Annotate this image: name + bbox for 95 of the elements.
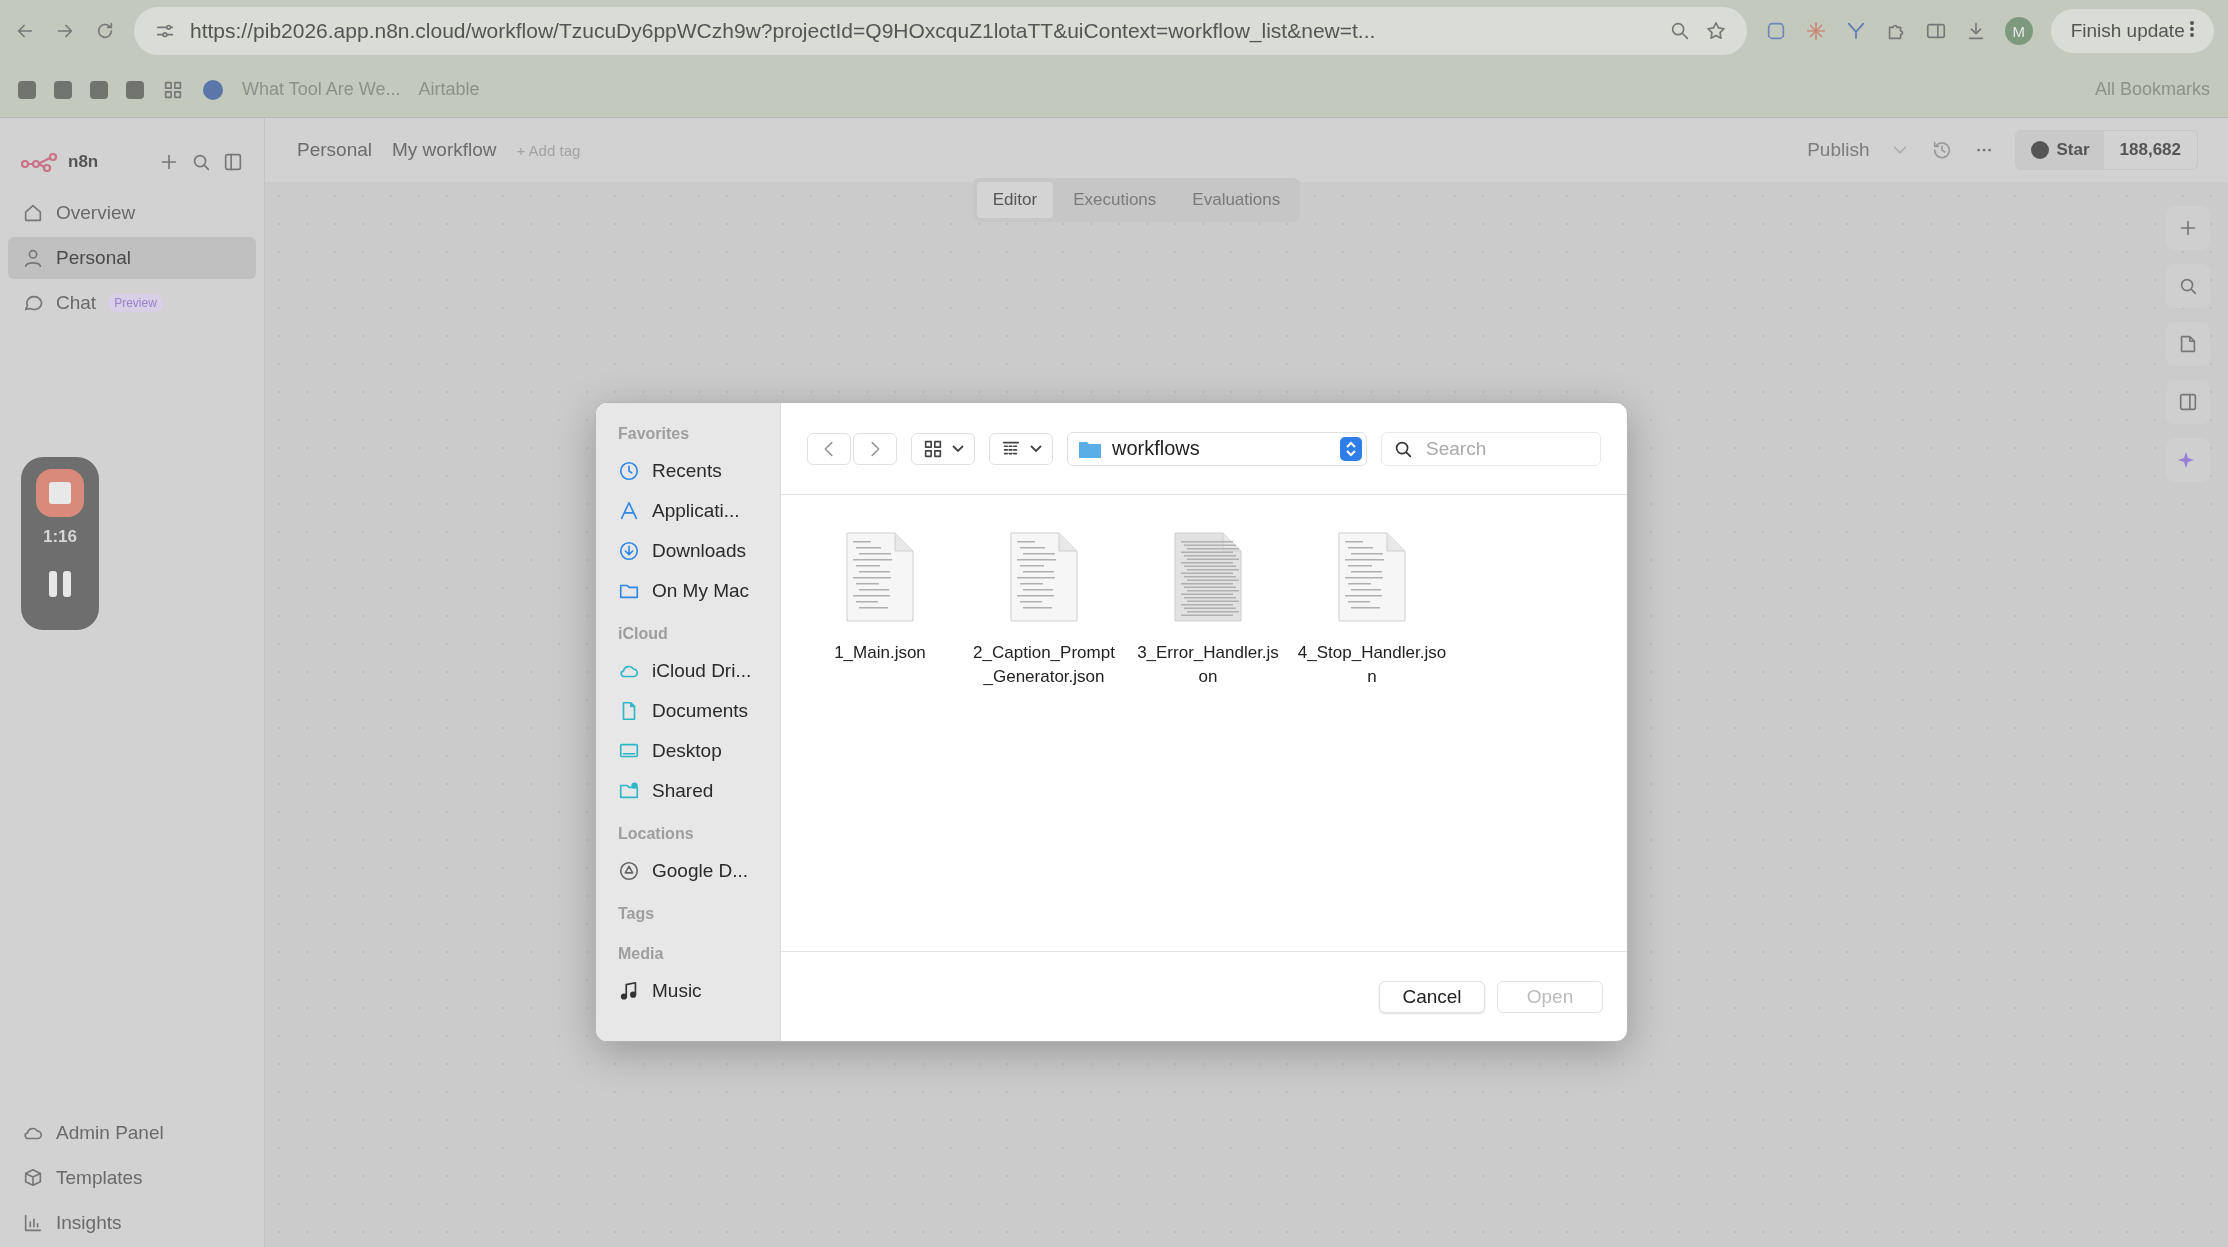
forward-button[interactable] bbox=[853, 432, 897, 465]
location-label: Google D... bbox=[652, 860, 749, 882]
view-tab[interactable]: Evaluations bbox=[1176, 182, 1297, 218]
sidebar-location[interactable]: Recents bbox=[618, 451, 780, 491]
nav-item[interactable]: Personal bbox=[8, 237, 256, 279]
user-icon bbox=[22, 247, 44, 269]
group-button[interactable] bbox=[989, 432, 1053, 465]
file-name: 4_Stop_Handler.json bbox=[1297, 642, 1447, 688]
more-vertical-icon bbox=[2190, 21, 2194, 37]
sidebar-location[interactable]: Music bbox=[618, 971, 780, 1011]
profile-avatar[interactable]: M bbox=[2004, 17, 2033, 45]
location-label: Documents bbox=[652, 700, 749, 722]
publish-button[interactable]: Publish bbox=[1807, 139, 1870, 161]
file-name: 2_Caption_Prompt_Generator.json bbox=[972, 642, 1116, 688]
home-icon bbox=[22, 202, 44, 224]
section-heading: Favorites bbox=[618, 425, 691, 444]
nav-label: Chat bbox=[56, 292, 97, 314]
nav-label: Insights bbox=[56, 1212, 122, 1234]
sidebar-location[interactable]: Applicati... bbox=[618, 491, 780, 531]
project-breadcrumb[interactable]: Personal bbox=[297, 139, 372, 161]
apps-icon bbox=[618, 500, 640, 522]
location-label: Desktop bbox=[652, 740, 722, 762]
nav-label: Overview bbox=[56, 202, 136, 224]
back-button[interactable] bbox=[807, 432, 851, 465]
logo-icon bbox=[20, 152, 58, 172]
workflow-name[interactable]: My workflow bbox=[392, 139, 497, 161]
location-popup[interactable]: workflows bbox=[1067, 431, 1367, 466]
file-name: 1_Main.json bbox=[833, 642, 927, 664]
file-name: 3_Error_Handler.json bbox=[1136, 642, 1280, 688]
nav-item[interactable]: Chat Preview bbox=[8, 282, 256, 324]
bookmark-icon[interactable] bbox=[126, 80, 144, 99]
section-heading: Media bbox=[618, 945, 665, 964]
location-label: Applicati... bbox=[652, 500, 740, 522]
view-tab[interactable]: Editor bbox=[976, 182, 1054, 218]
sidebar-location[interactable]: On My Mac bbox=[618, 571, 780, 611]
add-node-button[interactable] bbox=[2166, 206, 2210, 250]
nav-item[interactable]: Admin Panel bbox=[8, 1112, 256, 1154]
box-icon bbox=[22, 1167, 44, 1189]
section-heading: Locations bbox=[618, 825, 695, 844]
panel-button[interactable] bbox=[2166, 380, 2210, 424]
nav-label: Templates bbox=[56, 1167, 143, 1189]
github-star-button[interactable]: Star bbox=[2016, 131, 2104, 169]
search-button[interactable] bbox=[2166, 264, 2210, 308]
sidebar-location[interactable]: Desktop bbox=[618, 731, 780, 771]
sidebar-location[interactable]: Google D... bbox=[618, 851, 780, 891]
bookmark-icon[interactable] bbox=[54, 80, 72, 99]
star-icon bbox=[1704, 20, 1727, 42]
download-icon bbox=[618, 540, 640, 562]
stop-button[interactable] bbox=[36, 469, 84, 517]
drive-icon bbox=[618, 860, 640, 882]
chevron-down-icon bbox=[1030, 444, 1042, 453]
location-label: Recents bbox=[652, 460, 722, 482]
view-mode-button[interactable] bbox=[911, 432, 975, 465]
nav-item[interactable]: Insights bbox=[8, 1202, 256, 1244]
location-name: workflows bbox=[1112, 437, 1201, 460]
sparkle-icon[interactable] bbox=[1804, 20, 1827, 42]
address-bar[interactable]: https://pib2026.app.n8n.cloud/workflow/TzucuDy6ppWCzh9w?projectId=Q9HOxcquZ1lotaTT&uiContext=workflow_list&new=t... bbox=[134, 7, 1747, 55]
sidebar-location[interactable]: iCloud Dri... bbox=[618, 651, 780, 691]
pause-icon bbox=[49, 571, 71, 597]
nav-label: Personal bbox=[56, 247, 131, 269]
url-text: https://pib2026.app.n8n.cloud/workflow/TzucuDy6ppWCzh9w?projectId=Q9HOxcquZ1lotaTT&uiContext=workflow_list&new=t... bbox=[190, 19, 1377, 43]
chevron-down-icon bbox=[952, 444, 964, 453]
view-tab[interactable]: Executions bbox=[1057, 182, 1173, 218]
section-heading: iCloud bbox=[618, 625, 669, 644]
location-label: Shared bbox=[652, 780, 714, 802]
nav-label: Admin Panel bbox=[56, 1122, 164, 1144]
bookmark-icon[interactable] bbox=[90, 80, 108, 99]
panel-icon bbox=[2177, 391, 2199, 413]
preview-badge: Preview bbox=[108, 294, 163, 312]
stepper-icon bbox=[1340, 436, 1362, 461]
nav-item[interactable]: Templates bbox=[8, 1157, 256, 1199]
star-count: 188,682 bbox=[2118, 139, 2182, 161]
nav-item[interactable]: Overview bbox=[8, 192, 256, 234]
bookmark-icon[interactable] bbox=[18, 80, 36, 99]
search-input[interactable]: Search bbox=[1424, 436, 1574, 461]
github-star-widget[interactable]: Star 188,682 bbox=[2015, 130, 2198, 170]
section-heading: Tags bbox=[618, 905, 656, 924]
stop-icon bbox=[49, 482, 71, 504]
bar-chart-icon bbox=[22, 1212, 44, 1234]
sidebar-location[interactable]: Shared bbox=[618, 771, 780, 811]
sticky-note-button[interactable] bbox=[2166, 322, 2210, 366]
finish-update-button[interactable]: Finish update bbox=[2050, 9, 2214, 53]
location-label: iCloud Dri... bbox=[652, 660, 752, 682]
dialog-button[interactable]: Cancel bbox=[1379, 980, 1485, 1013]
sidebar-location[interactable]: Downloads bbox=[618, 531, 780, 571]
ai-assistant-button[interactable] bbox=[2166, 438, 2210, 482]
search-field[interactable]: Search bbox=[1381, 431, 1601, 466]
recording-time: 1:16 bbox=[43, 527, 77, 547]
sidebar-location[interactable]: Documents bbox=[618, 691, 780, 731]
location-label: Music bbox=[652, 980, 702, 1002]
sidebar-toggle-icon[interactable] bbox=[222, 151, 244, 173]
location-label: Downloads bbox=[652, 540, 746, 562]
location-label: On My Mac bbox=[652, 580, 750, 602]
brand-name: n8n bbox=[68, 152, 100, 172]
clock-icon bbox=[618, 460, 640, 482]
